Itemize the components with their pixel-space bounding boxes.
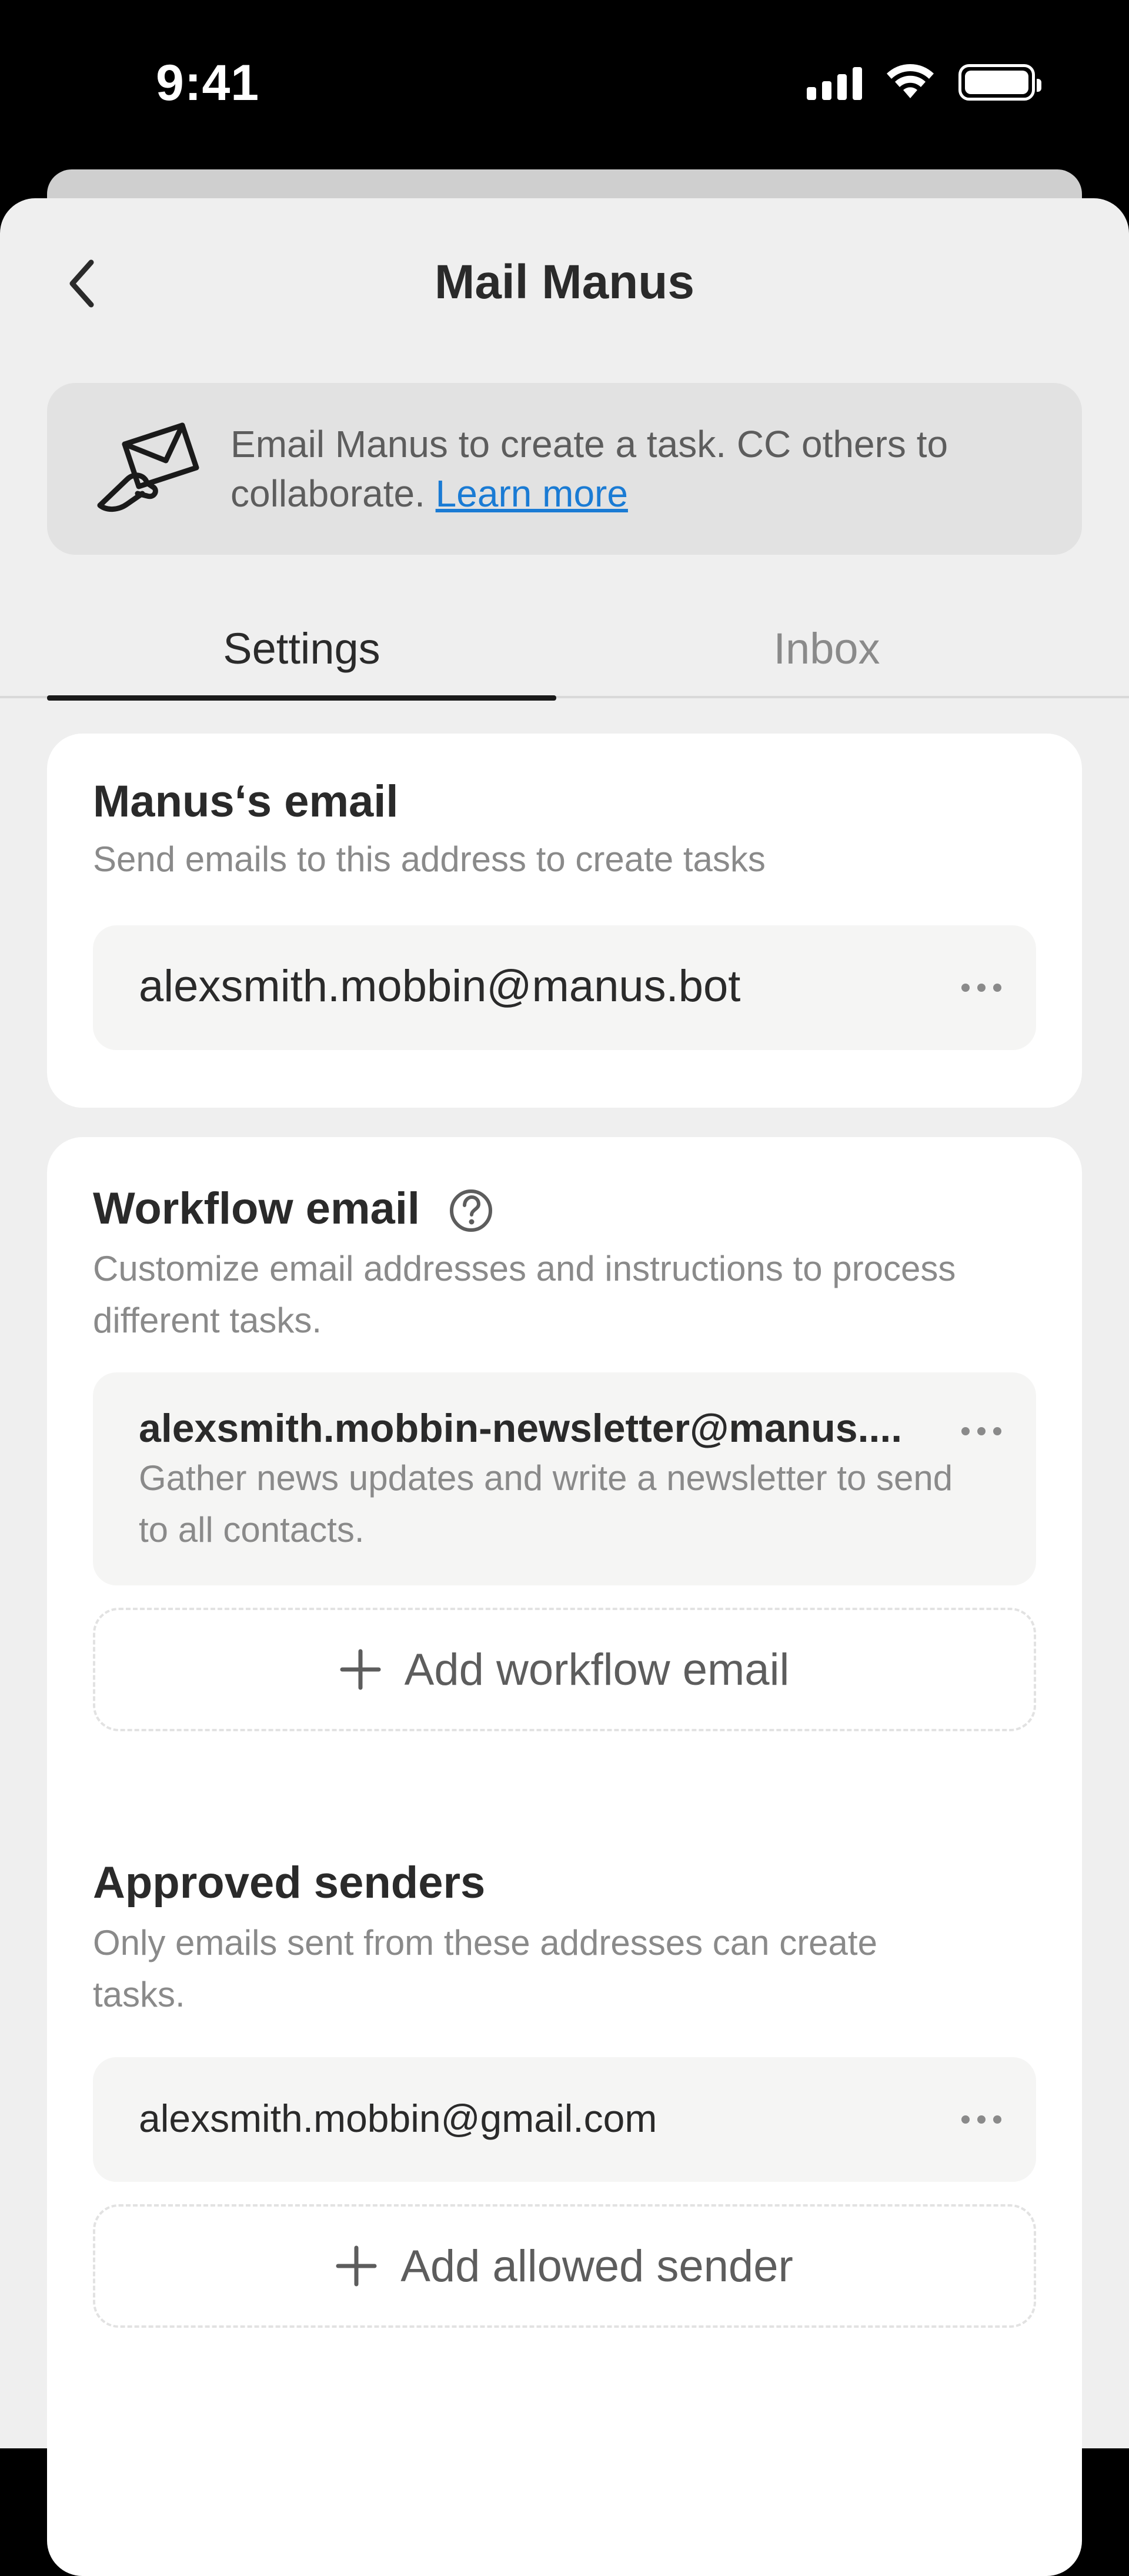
header: Mail Manus [0,198,1129,363]
add-allowed-sender-label: Add allowed sender [400,2241,793,2291]
approved-senders-subtitle: Only emails sent from these addresses ca… [93,1923,877,2014]
cellular-signal-icon [807,65,862,100]
envelope-hand-icon [97,422,199,512]
info-banner: Email Manus to create a task. CC others … [47,383,1082,555]
status-bar: 9:41 [0,0,1129,171]
wifi-icon [887,64,934,98]
plus-icon [340,1649,381,1690]
plus-icon [336,2245,377,2287]
status-time: 9:41 [156,55,260,111]
manus-email-card: Manus‘s email Send emails to this addres… [47,734,1082,1108]
battery-icon [958,64,1041,101]
workflow-email-address: alexsmith.mobbin-newsletter@manus.... [139,1406,903,1451]
approved-sender-address: alexsmith.mobbin@gmail.com [139,2097,657,2140]
banner-text: Email Manus to create a task. CC others … [231,419,1042,518]
more-horizontal-icon [961,1427,1001,1435]
workflow-email-item[interactable]: alexsmith.mobbin-newsletter@manus.... Ga… [93,1372,1036,1585]
more-horizontal-icon [961,2115,1001,2124]
add-allowed-sender-button[interactable]: Add allowed sender [93,2204,1036,2328]
add-workflow-email-label: Add workflow email [404,1644,790,1695]
manus-email-subtitle: Send emails to this address to create ta… [93,839,766,879]
manus-email-title: Manus‘s email [93,777,399,827]
workflow-email-description: Gather news updates and write a newslett… [139,1458,953,1549]
mail-manus-sheet: Mail Manus Email Manus to create a task.… [0,198,1129,2576]
manus-email-more-button[interactable] [955,970,1008,1005]
approved-sender-item[interactable]: alexsmith.mobbin@gmail.com [93,2057,1036,2182]
approved-sender-more-button[interactable] [955,2102,1008,2137]
tab-settings[interactable]: Settings [47,598,556,701]
page-title: Mail Manus [435,255,694,309]
workflow-email-more-button[interactable] [955,1414,1008,1449]
status-icons [807,59,1041,106]
learn-more-link[interactable]: Learn more [436,472,628,515]
more-horizontal-icon [961,984,1001,992]
manus-email-field[interactable]: alexsmith.mobbin@manus.bot [93,925,1036,1050]
question-circle-icon[interactable] [448,1188,494,1234]
approved-senders-card: Approved senders Only emails sent from t… [47,1811,1082,2576]
manus-email-address: alexsmith.mobbin@manus.bot [139,961,741,1011]
workflow-email-subtitle: Customize email addresses and instructio… [93,1249,956,1340]
add-workflow-email-button[interactable]: Add workflow email [93,1608,1036,1731]
tab-inbox[interactable]: Inbox [556,598,1097,698]
workflow-email-title: Workflow email [93,1184,420,1234]
approved-senders-title: Approved senders [93,1858,486,1908]
tab-bar: Settings Inbox [0,598,1129,701]
